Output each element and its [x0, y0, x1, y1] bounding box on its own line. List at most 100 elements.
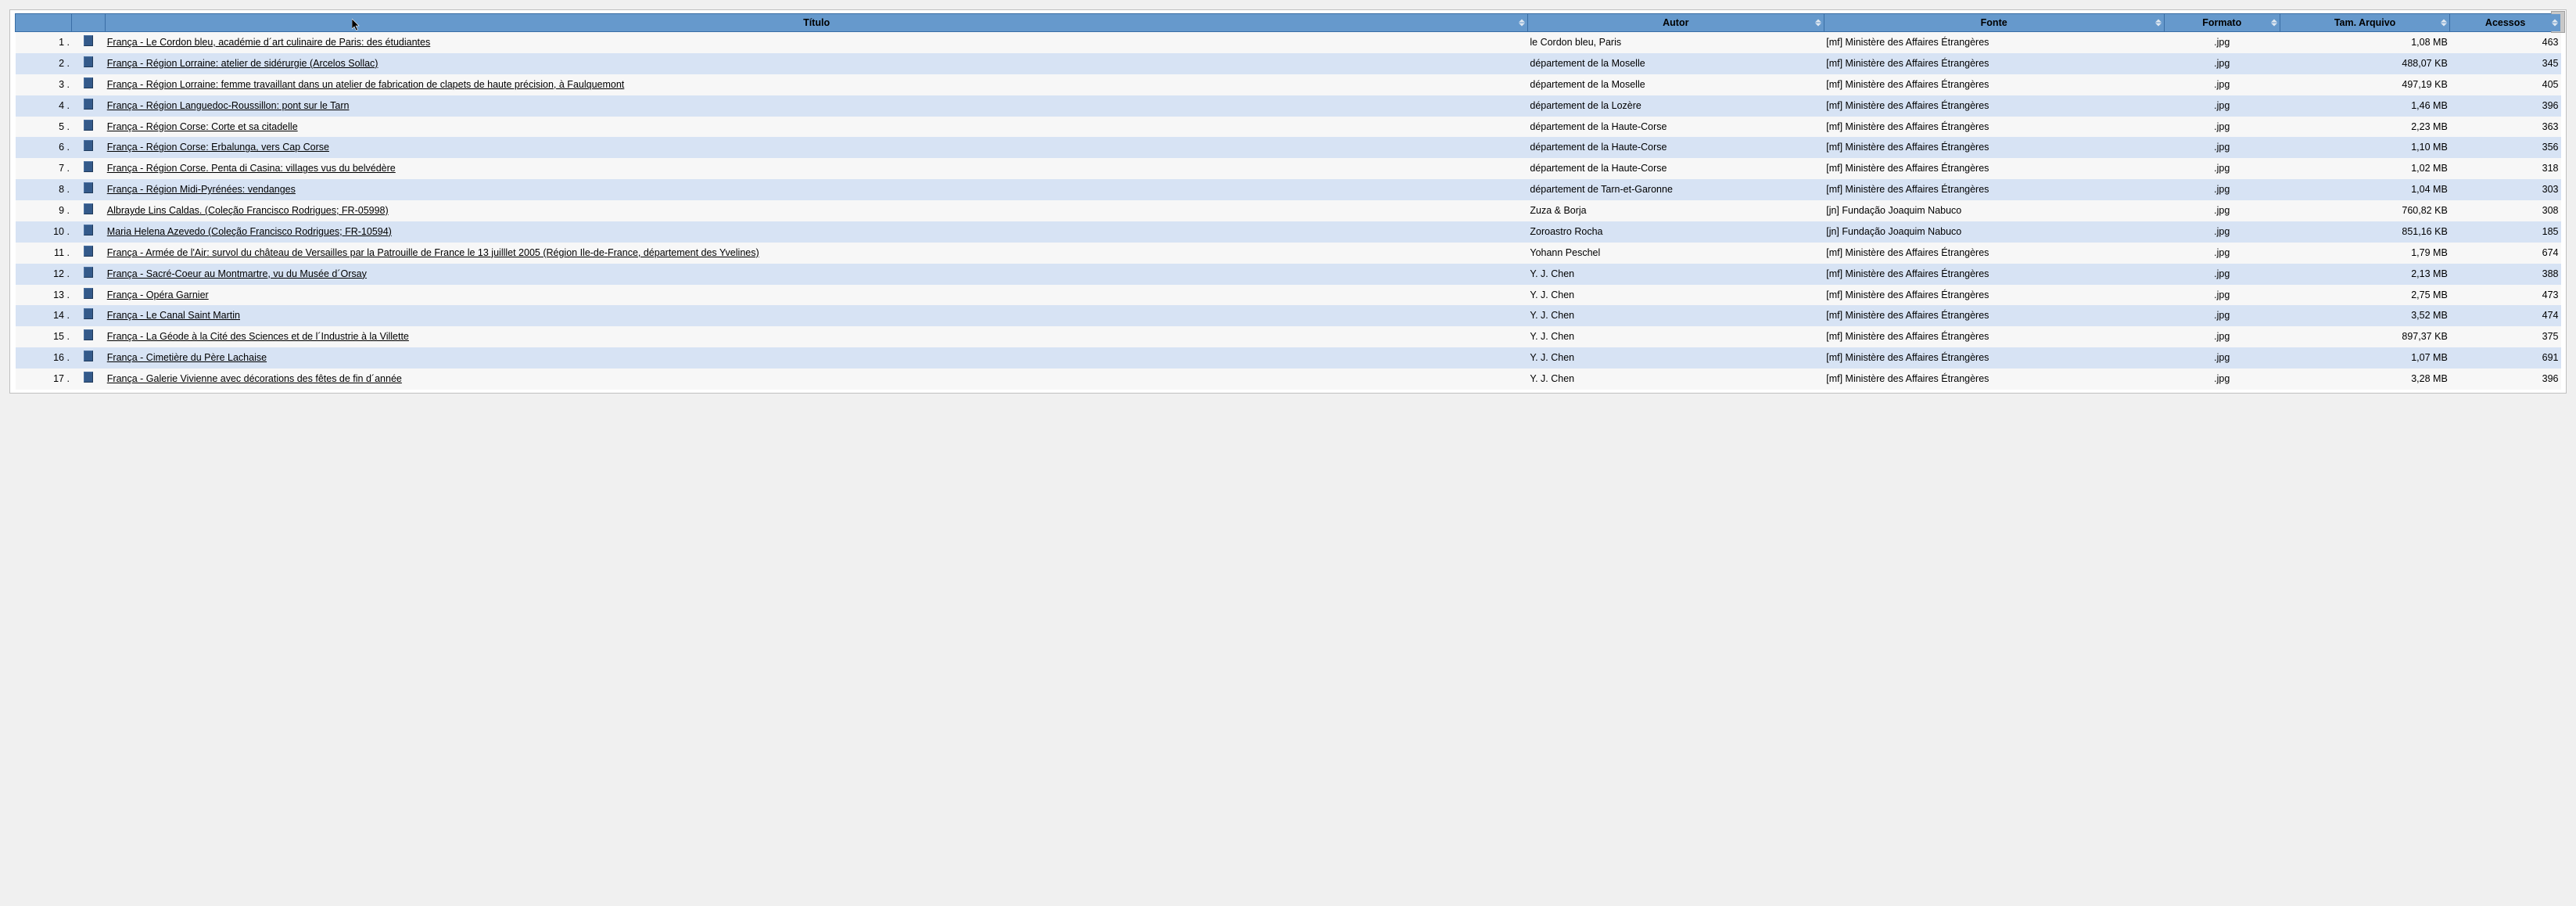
image-file-icon[interactable] — [84, 329, 93, 340]
header-autor[interactable]: Autor — [1527, 14, 1824, 32]
image-file-icon[interactable] — [84, 372, 93, 383]
title-link[interactable]: França - Sacré-Coeur au Montmartre, vu d… — [107, 268, 367, 279]
header-formato[interactable]: Formato — [2164, 14, 2280, 32]
header-fonte[interactable]: Fonte — [1824, 14, 2164, 32]
title-link[interactable]: Maria Helena Azevedo (Coleção Francisco … — [107, 226, 392, 237]
row-acessos: 405 — [2450, 74, 2561, 95]
sort-autor[interactable] — [1815, 20, 1821, 27]
header-acessos[interactable]: Acessos — [2450, 14, 2561, 32]
image-file-icon[interactable] — [84, 35, 93, 46]
row-acessos: 303 — [2450, 179, 2561, 200]
title-link[interactable]: França - Région Lorraine: atelier de sid… — [107, 58, 379, 69]
image-file-icon[interactable] — [84, 308, 93, 319]
row-autor: département de la Haute-Corse — [1527, 158, 1824, 179]
row-fonte: [jn] Fundação Joaquim Nabuco — [1824, 221, 2164, 243]
row-fonte: [mf] Ministère des Affaires Étrangères — [1824, 32, 2164, 53]
sort-tam[interactable] — [2441, 20, 2447, 27]
row-index: 5 . — [16, 117, 72, 138]
table-row: 15 .França - La Géode à la Cité des Scie… — [16, 326, 2561, 347]
row-title-cell: França - Armée de l'Air: survol du châte… — [106, 243, 1528, 264]
title-link[interactable]: França - Cimetière du Père Lachaise — [107, 352, 267, 363]
table-body: 1 .França - Le Cordon bleu, académie d´a… — [16, 32, 2561, 390]
row-fonte: [mf] Ministère des Affaires Étrangères — [1824, 137, 2164, 158]
row-tam-arquivo: 1,10 MB — [2280, 137, 2449, 158]
row-autor: département de Tarn-et-Garonne — [1527, 179, 1824, 200]
sort-down-icon — [2155, 23, 2162, 27]
image-file-icon[interactable] — [84, 56, 93, 67]
title-link[interactable]: França - Région Midi-Pyrénées: vendanges — [107, 184, 296, 195]
title-link[interactable]: França - Opéra Garnier — [107, 289, 209, 300]
table-row: 17 .França - Galerie Vivienne avec décor… — [16, 369, 2561, 390]
row-tam-arquivo: 1,04 MB — [2280, 179, 2449, 200]
title-link[interactable]: França - Le Canal Saint Martin — [107, 310, 240, 321]
image-file-icon[interactable] — [84, 161, 93, 172]
image-file-icon[interactable] — [84, 140, 93, 151]
row-title-cell: Albrayde Lins Caldas. (Coleção Francisco… — [106, 200, 1528, 221]
row-formato: .jpg — [2164, 347, 2280, 369]
title-link[interactable]: Albrayde Lins Caldas. (Coleção Francisco… — [107, 205, 389, 216]
sort-acessos[interactable] — [2552, 20, 2558, 27]
sort-titulo[interactable] — [1519, 20, 1525, 27]
row-title-cell: França - Galerie Vivienne avec décoratio… — [106, 369, 1528, 390]
row-title-cell: França - Région Lorraine: femme travaill… — [106, 74, 1528, 95]
header-tam-arquivo[interactable]: Tam. Arquivo — [2280, 14, 2449, 32]
sort-fonte[interactable] — [2155, 20, 2162, 27]
image-file-icon[interactable] — [84, 203, 93, 214]
row-index: 10 . — [16, 221, 72, 243]
row-acessos: 396 — [2450, 95, 2561, 117]
row-icon-cell — [72, 243, 106, 264]
table-row: 16 .França - Cimetière du Père LachaiseY… — [16, 347, 2561, 369]
row-index: 2 . — [16, 53, 72, 74]
row-icon-cell — [72, 137, 106, 158]
table-row: 10 . Maria Helena Azevedo (Coleção Franci… — [16, 221, 2561, 243]
row-index: 4 . — [16, 95, 72, 117]
row-acessos: 691 — [2450, 347, 2561, 369]
sort-down-icon — [2441, 23, 2447, 27]
title-link[interactable]: França - Le Cordon bleu, académie d´art … — [107, 37, 430, 48]
row-tam-arquivo: 488,07 KB — [2280, 53, 2449, 74]
image-file-icon[interactable] — [84, 120, 93, 131]
row-autor: Y. J. Chen — [1527, 285, 1824, 306]
sort-up-icon — [2441, 20, 2447, 23]
row-index: 12 . — [16, 264, 72, 285]
title-link[interactable]: França - Région Lorraine: femme travaill… — [107, 79, 625, 90]
title-link[interactable]: França - Région Corse: Corte et sa citad… — [107, 121, 298, 132]
row-autor: département de la Lozère — [1527, 95, 1824, 117]
row-formato: .jpg — [2164, 200, 2280, 221]
row-tam-arquivo: 1,79 MB — [2280, 243, 2449, 264]
title-link[interactable]: França - Région Corse: Erbalunga, vers C… — [107, 142, 329, 153]
row-acessos: 185 — [2450, 221, 2561, 243]
header-icon — [72, 14, 106, 32]
row-tam-arquivo: 497,19 KB — [2280, 74, 2449, 95]
row-fonte: [mf] Ministère des Affaires Étrangères — [1824, 179, 2164, 200]
sort-up-icon — [2155, 20, 2162, 23]
row-tam-arquivo: 760,82 KB — [2280, 200, 2449, 221]
sort-up-icon — [1519, 20, 1525, 23]
image-file-icon[interactable] — [84, 267, 93, 278]
row-formato: .jpg — [2164, 326, 2280, 347]
header-titulo[interactable]: Título — [106, 14, 1528, 32]
image-file-icon[interactable] — [84, 351, 93, 361]
row-autor: Y. J. Chen — [1527, 326, 1824, 347]
row-title-cell: França - Le Canal Saint Martin — [106, 305, 1528, 326]
title-link[interactable]: França - Galerie Vivienne avec décoratio… — [107, 373, 402, 384]
row-title-cell: França - Le Cordon bleu, académie d´art … — [106, 32, 1528, 53]
row-formato: .jpg — [2164, 137, 2280, 158]
sort-formato[interactable] — [2271, 20, 2277, 27]
row-acessos: 308 — [2450, 200, 2561, 221]
image-file-icon[interactable] — [84, 246, 93, 257]
image-file-icon[interactable] — [84, 288, 93, 299]
image-file-icon[interactable] — [84, 77, 93, 88]
title-link[interactable]: França - La Géode à la Cité des Sciences… — [107, 331, 409, 342]
header-formato-label: Formato — [2202, 17, 2241, 28]
row-index: 13 . — [16, 285, 72, 306]
title-link[interactable]: França - Armée de l'Air: survol du châte… — [107, 247, 759, 258]
title-link[interactable]: França - Région Languedoc-Roussillon: po… — [107, 100, 350, 111]
image-file-icon[interactable] — [84, 225, 93, 235]
row-fonte: [mf] Ministère des Affaires Étrangères — [1824, 117, 2164, 138]
row-acessos: 356 — [2450, 137, 2561, 158]
row-formato: .jpg — [2164, 369, 2280, 390]
title-link[interactable]: França - Région Corse. Penta di Casina: … — [107, 163, 396, 174]
image-file-icon[interactable] — [84, 182, 93, 193]
image-file-icon[interactable] — [84, 99, 93, 110]
